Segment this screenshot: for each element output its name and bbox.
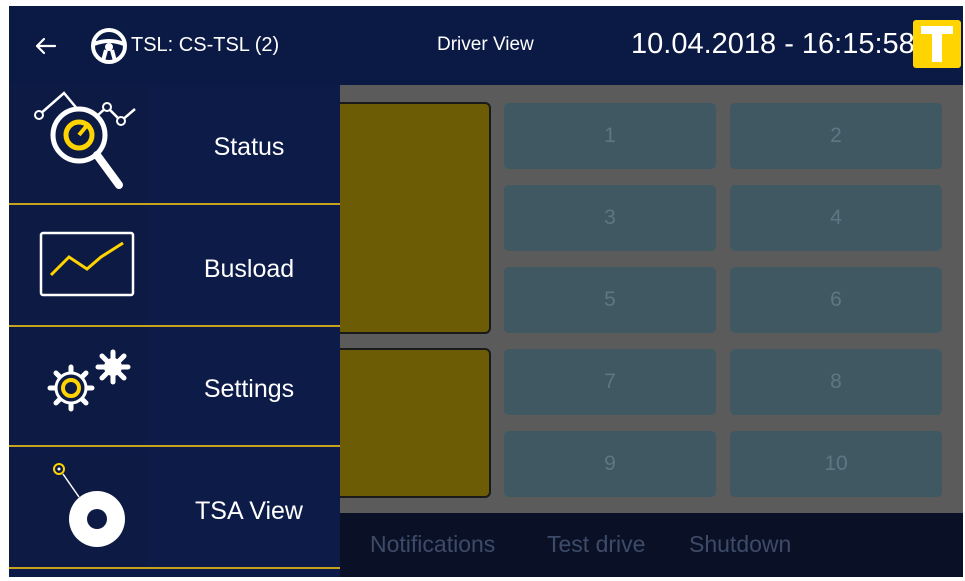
tile-2[interactable]: 2 (730, 103, 942, 169)
drawer-item-settings[interactable]: Settings (9, 327, 340, 447)
shutdown-button[interactable]: Shutdown (689, 531, 791, 558)
test-drive-button[interactable]: Test drive (547, 531, 645, 558)
tile-4[interactable]: 4 (730, 185, 942, 251)
top-bar: TSL: CS-TSL (2) Driver View 10.04.2018 -… (9, 6, 963, 85)
tile-9[interactable]: 9 (504, 431, 716, 497)
tile-7[interactable]: 7 (504, 349, 716, 415)
status-magnifier-icon (9, 85, 147, 203)
tile-1[interactable]: 1 (504, 103, 716, 169)
tile-6[interactable]: 6 (730, 267, 942, 333)
tsl-label: TSL: CS-TSL (2) (131, 34, 280, 56)
view-title: Driver View (437, 34, 534, 55)
tile-3[interactable]: 3 (504, 185, 716, 251)
settings-gears-icon (9, 327, 147, 445)
navigation-drawer: Status Busload Settings TSA View (9, 85, 340, 577)
drawer-item-tsa-view[interactable]: TSA View (9, 449, 340, 569)
back-arrow-icon[interactable] (29, 30, 61, 62)
tile-10[interactable]: 10 (730, 431, 942, 497)
notifications-button[interactable]: Notifications (370, 531, 495, 558)
tile-5[interactable]: 5 (504, 267, 716, 333)
drawer-item-busload[interactable]: Busload (9, 207, 340, 327)
tsa-view-icon (9, 449, 147, 567)
tile-8[interactable]: 8 (730, 349, 942, 415)
drawer-item-label: TSA View (195, 497, 303, 525)
date-time: 10.04.2018 - 16:15:58 (631, 28, 915, 60)
busload-chart-icon (9, 207, 147, 325)
steering-wheel-icon (89, 26, 129, 66)
drawer-item-label: Settings (203, 375, 295, 403)
brand-logo (913, 20, 961, 68)
drawer-item-label: Status (213, 133, 285, 161)
app-frame: TSL: CS-TSL (2) Driver View 10.04.2018 -… (9, 6, 963, 577)
drawer-item-label: Busload (203, 255, 295, 283)
drawer-item-status[interactable]: Status (9, 85, 340, 205)
